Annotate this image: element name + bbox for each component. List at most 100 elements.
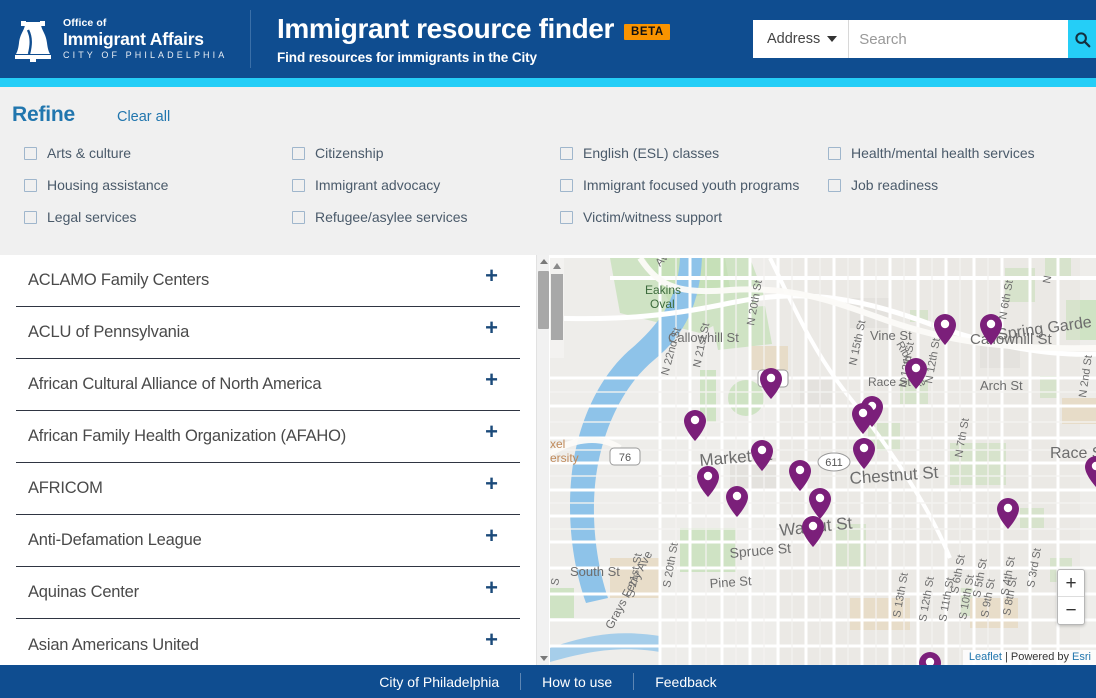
svg-text:Arch St: Arch St: [980, 378, 1023, 393]
result-item-african-cultural-alliance[interactable]: African Cultural Alliance of North Ameri…: [16, 359, 520, 411]
attrib-powered-by: Powered by: [1010, 651, 1073, 663]
checkbox-icon[interactable]: [24, 178, 37, 192]
checkbox-icon[interactable]: [560, 146, 573, 160]
facet-arts-culture[interactable]: Arts & culture: [24, 137, 292, 169]
result-name: African Cultural Alliance of North Ameri…: [28, 375, 322, 393]
facet-health-mental-health-services[interactable]: Health/mental health services: [828, 137, 1096, 169]
scroll-down-arrow-icon[interactable]: [537, 652, 550, 665]
facet-label: Arts & culture: [47, 145, 132, 161]
facet-label: Health/mental health services: [851, 145, 1035, 161]
checkbox-icon[interactable]: [24, 210, 37, 224]
chevron-down-icon: [827, 36, 838, 42]
facet-english-esl-classes[interactable]: English (ESL) classes: [560, 137, 828, 169]
footer-link-how-to-use[interactable]: How to use: [521, 674, 633, 690]
result-item-aclu-of-pennsylvania[interactable]: ACLU of Pennsylvania +: [16, 307, 520, 359]
plus-icon[interactable]: +: [485, 264, 520, 287]
clear-all-button[interactable]: Clear all: [117, 109, 170, 125]
checkbox-icon[interactable]: [828, 178, 841, 192]
attrib-separator: |: [1001, 651, 1011, 663]
result-name: Anti-Defamation League: [28, 531, 202, 549]
plus-icon[interactable]: +: [485, 629, 520, 651]
checkbox-icon[interactable]: [292, 178, 305, 192]
checkbox-icon[interactable]: [560, 178, 573, 192]
result-item-afaho[interactable]: African Family Health Organization (AFAH…: [16, 411, 520, 463]
site-footer: City of Philadelphia How to use Feedback: [0, 665, 1096, 698]
facet-label: Legal services: [47, 209, 137, 225]
svg-text:Oval: Oval: [650, 297, 675, 311]
plus-icon[interactable]: +: [485, 368, 520, 391]
svg-text:Vine St: Vine St: [870, 328, 912, 343]
plus-icon[interactable]: +: [485, 316, 520, 339]
footer-link-feedback[interactable]: Feedback: [634, 674, 737, 690]
zoom-in-button[interactable]: +: [1058, 570, 1084, 597]
facet-immigrant-advocacy[interactable]: Immigrant advocacy: [292, 169, 560, 201]
results-scrollbar[interactable]: [536, 255, 549, 665]
checkbox-icon[interactable]: [24, 146, 37, 160]
svg-text:xel: xel: [550, 437, 565, 451]
facet-label: Refugee/asylee services: [315, 209, 468, 225]
result-item-anti-defamation-league[interactable]: Anti-Defamation League +: [16, 515, 520, 567]
page-title: Immigrant resource finder: [277, 13, 614, 44]
map-attribution: Leaflet | Powered by Esri: [962, 650, 1096, 665]
scroll-up-arrow-icon[interactable]: [537, 255, 550, 268]
result-item-aquinas-center[interactable]: Aquinas Center +: [16, 567, 520, 619]
results-list: ACLAMO Family Centers + ACLU of Pennsylv…: [0, 255, 536, 665]
search-icon: [1074, 31, 1090, 47]
scrollbar-thumb: [551, 274, 563, 340]
search-type-dropdown[interactable]: Address: [753, 20, 850, 58]
search-type-label: Address: [767, 31, 821, 47]
result-name: AFRICOM: [28, 479, 103, 497]
facet-housing-assistance[interactable]: Housing assistance: [24, 169, 292, 201]
refine-title: Refine: [12, 103, 75, 126]
result-name: ACLAMO Family Centers: [28, 271, 210, 289]
plus-icon[interactable]: +: [485, 524, 520, 547]
site-logo[interactable]: Office of Immigrant Affairs CITY OF PHIL…: [0, 0, 248, 78]
facet-label: Victim/witness support: [583, 209, 723, 225]
result-item-africom[interactable]: AFRICOM +: [16, 463, 520, 515]
facet-label: English (ESL) classes: [583, 145, 720, 161]
title-row: Immigrant resource finder BETA: [277, 13, 753, 45]
checkbox-icon[interactable]: [560, 210, 573, 224]
zoom-out-button[interactable]: −: [1058, 597, 1084, 624]
search-bar: Address: [753, 20, 1096, 58]
svg-text:South St: South St: [570, 564, 620, 579]
page-subtitle: Find resources for immigrants in the Cit…: [277, 50, 537, 65]
logo-office-of: Office of: [63, 17, 107, 30]
facet-victim-witness-support[interactable]: Victim/witness support: [560, 201, 828, 233]
esri-link[interactable]: Esri: [1072, 651, 1091, 663]
facet-legal-services[interactable]: Legal services: [24, 201, 292, 233]
svg-text:76: 76: [619, 452, 631, 464]
leaflet-link[interactable]: Leaflet: [969, 651, 1002, 663]
search-input[interactable]: [849, 20, 1069, 58]
result-item-asian-americans-united[interactable]: Asian Americans United +: [16, 619, 520, 665]
immigrant-resource-finder-app: Office of Immigrant Affairs CITY OF PHIL…: [0, 0, 1096, 698]
footer-link-city-of-philadelphia[interactable]: City of Philadelphia: [358, 674, 520, 690]
facet-citizenship[interactable]: Citizenship: [292, 137, 560, 169]
map-pan-scrollbar[interactable]: [550, 258, 564, 358]
result-name: African Family Health Organization (AFAH…: [28, 427, 347, 445]
checkbox-icon[interactable]: [292, 210, 305, 224]
checkbox-icon[interactable]: [828, 146, 841, 160]
map-tiles: Eakins Oval N 22nd St N 21st St N 20th S…: [550, 258, 1096, 665]
facet-immigrant-focused-youth-programs[interactable]: Immigrant focused youth programs: [560, 169, 828, 201]
accent-strip: [0, 78, 1096, 87]
plus-icon[interactable]: +: [485, 420, 520, 443]
facet-job-readiness[interactable]: Job readiness: [828, 169, 1096, 201]
plus-icon[interactable]: +: [485, 472, 520, 495]
scrollbar-thumb[interactable]: [538, 271, 549, 329]
map-canvas[interactable]: Eakins Oval N 22nd St N 21st St N 20th S…: [550, 258, 1096, 665]
site-header: Office of Immigrant Affairs CITY OF PHIL…: [0, 0, 1096, 78]
refine-header: Refine Clear all: [0, 87, 1096, 127]
svg-text:611: 611: [825, 457, 843, 469]
facet-refugee-asylee-services[interactable]: Refugee/asylee services: [292, 201, 560, 233]
logo-department: Immigrant Affairs: [63, 29, 204, 50]
facet-label: Citizenship: [315, 145, 384, 161]
facet-grid: Arts & culture Citizenship English (ESL)…: [0, 127, 1096, 233]
search-button[interactable]: [1068, 20, 1096, 58]
checkbox-icon[interactable]: [292, 146, 305, 160]
result-item-aclamo-family-centers[interactable]: ACLAMO Family Centers +: [16, 255, 520, 307]
result-name: ACLU of Pennsylvania: [28, 323, 190, 341]
refine-panel: Refine Clear all Arts & culture Citizens…: [0, 87, 1096, 255]
svg-text:ersity: ersity: [550, 451, 579, 465]
plus-icon[interactable]: +: [485, 576, 520, 599]
